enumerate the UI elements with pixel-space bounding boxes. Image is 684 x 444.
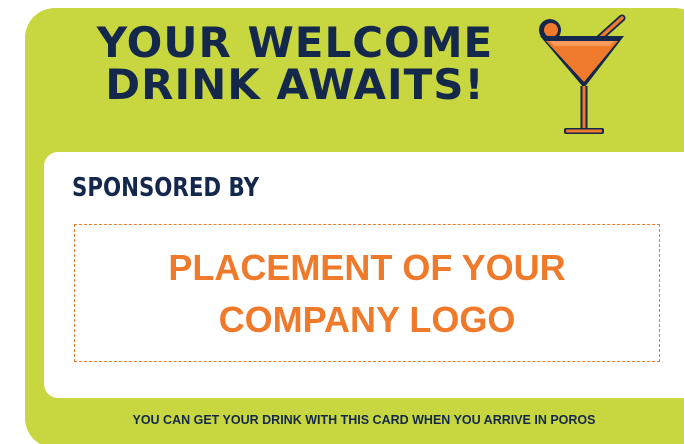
headline: YOUR WELCOME DRINK AWAITS! bbox=[60, 22, 530, 106]
cocktail-glass-icon bbox=[539, 14, 626, 134]
logo-placeholder-text: PLACEMENT OF YOUR COMPANY LOGO bbox=[74, 242, 660, 346]
sponsored-by-label: SPONSORED BY bbox=[72, 173, 260, 203]
headline-line-1: YOUR WELCOME bbox=[96, 18, 494, 67]
logo-placeholder-line-2: COMPANY LOGO bbox=[218, 299, 516, 340]
logo-placeholder-line-1: PLACEMENT OF YOUR bbox=[168, 247, 566, 288]
footer-note: YOU CAN GET YOUR DRINK WITH THIS CARD WH… bbox=[132, 413, 596, 427]
headline-line-2: DRINK AWAITS! bbox=[105, 60, 485, 109]
